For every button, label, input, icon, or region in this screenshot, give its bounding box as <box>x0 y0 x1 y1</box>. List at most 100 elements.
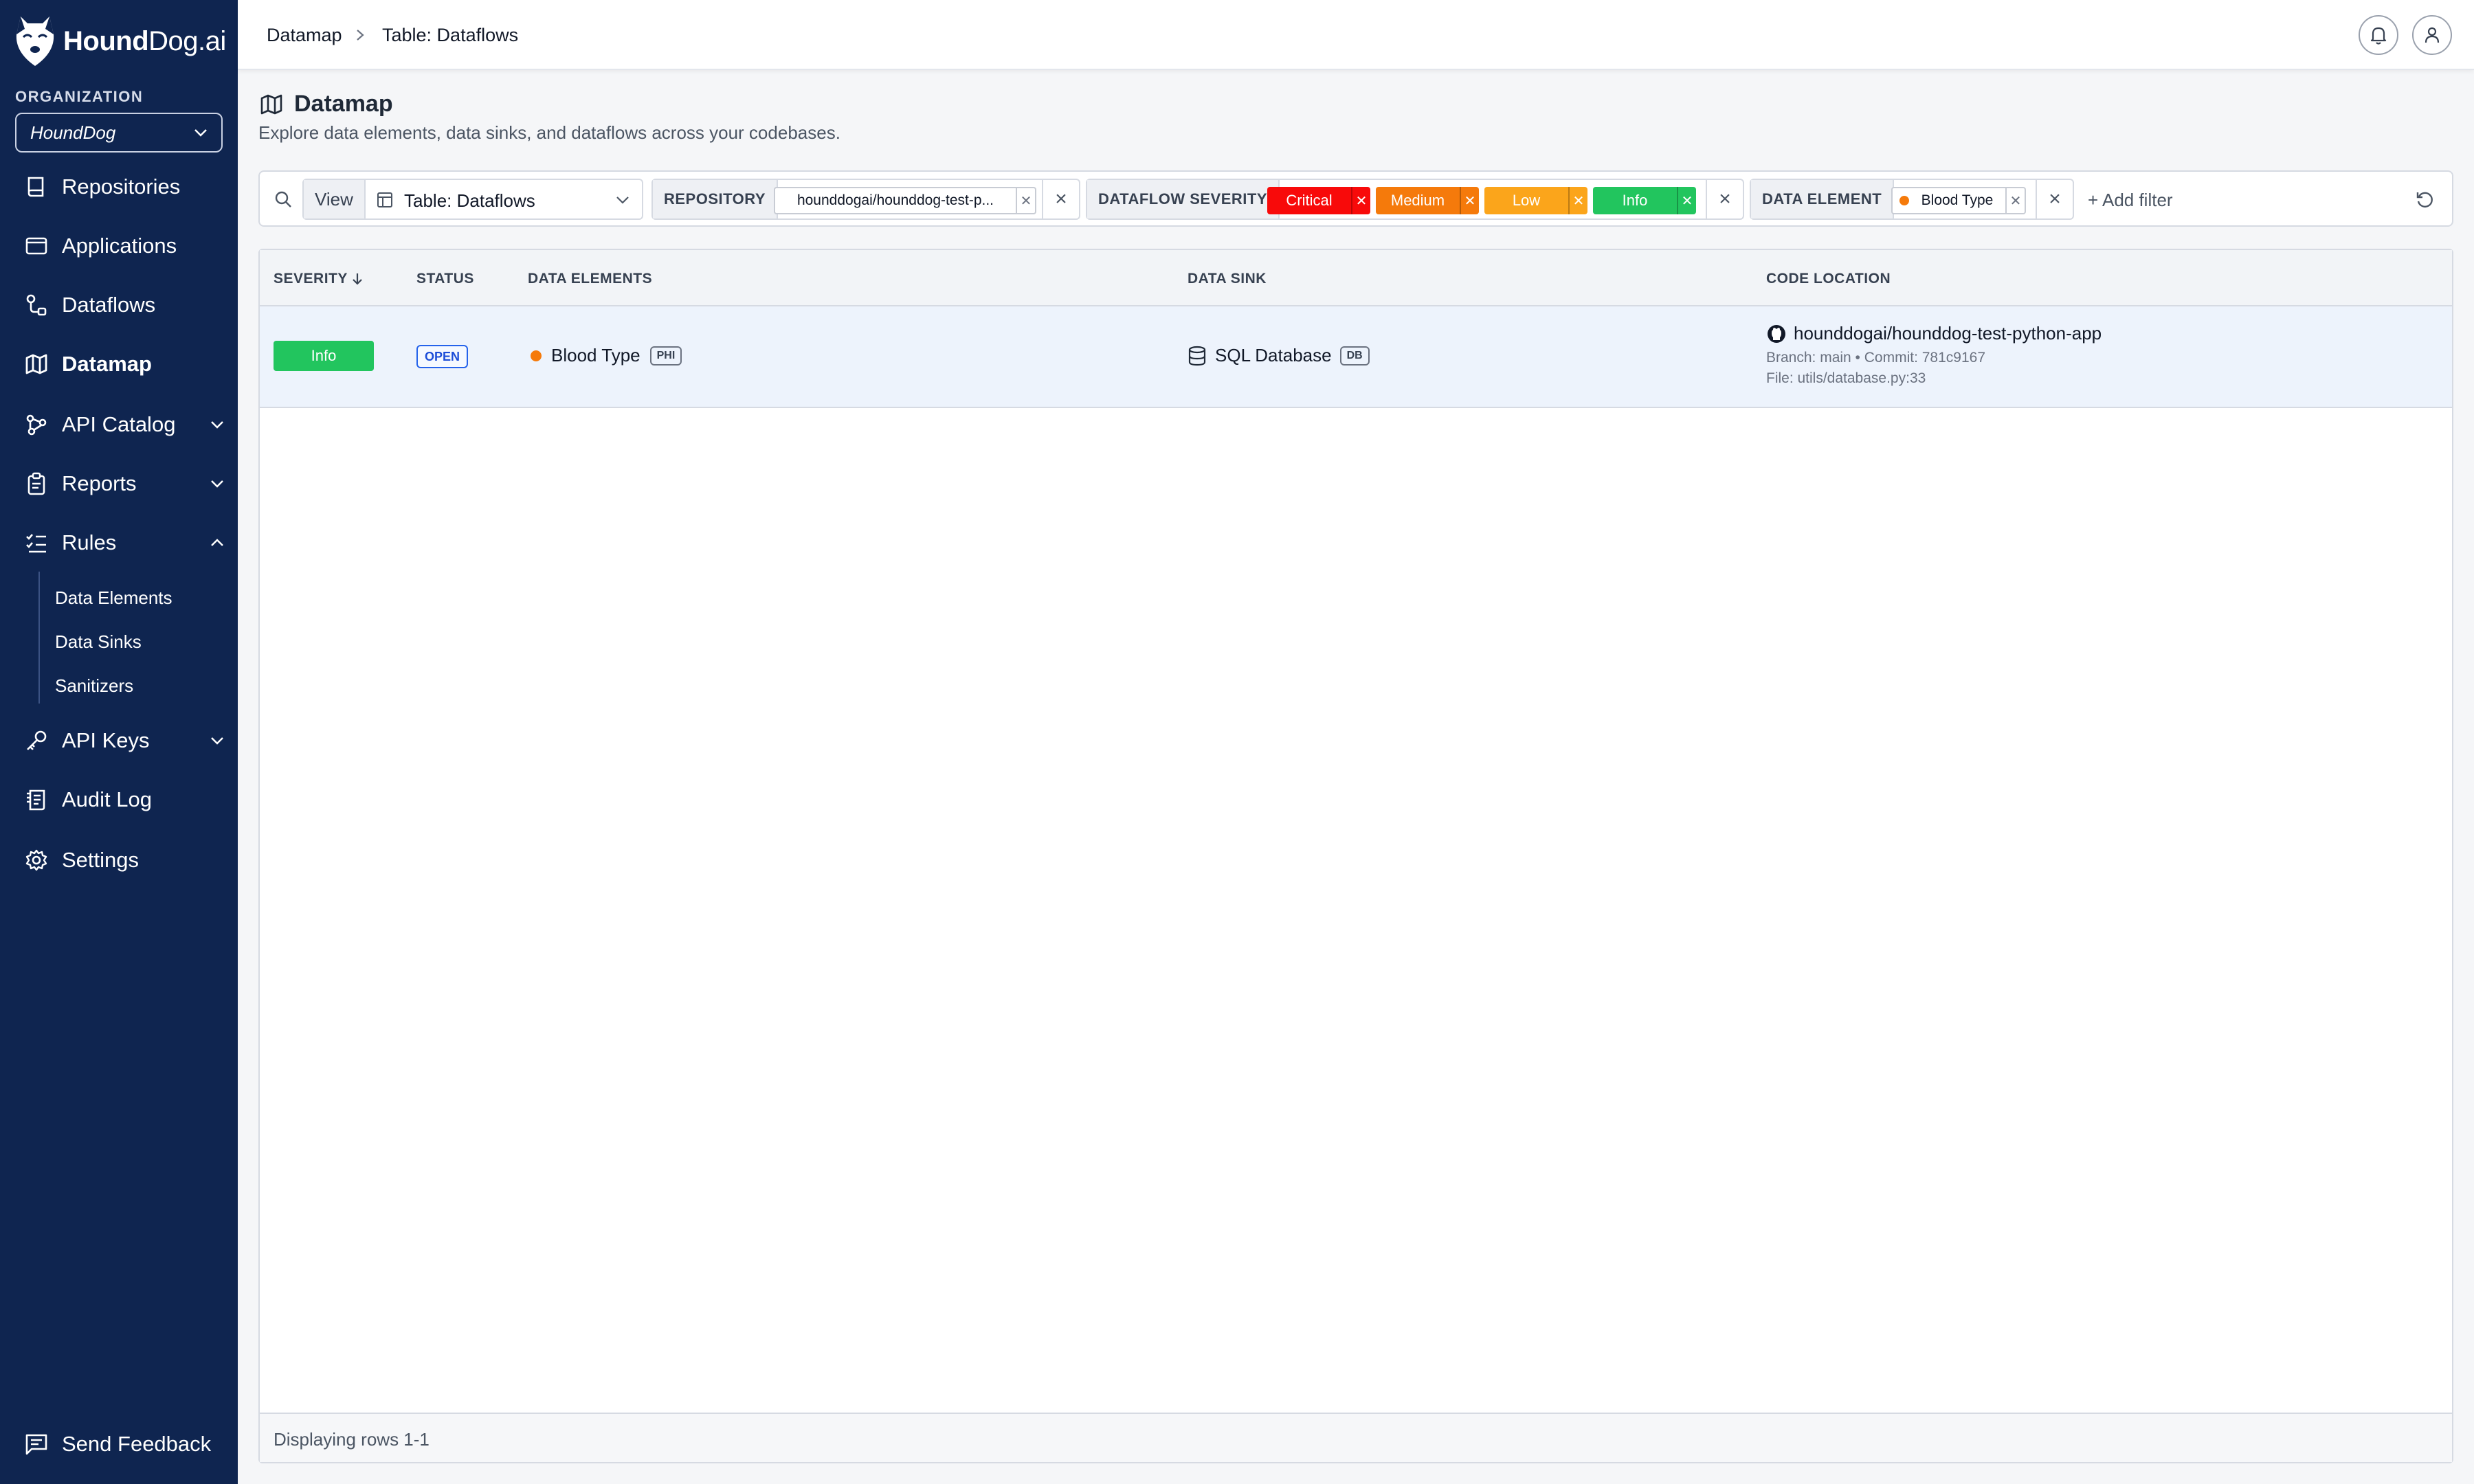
application-window-icon <box>25 234 48 258</box>
user-icon <box>2424 26 2440 44</box>
audit-log-icon <box>25 788 48 811</box>
sidebar-item-label: Send Feedback <box>62 1432 212 1456</box>
dataflow-severity-filter[interactable]: DATAFLOW SEVERITY Critical ✕ Medium ✕ Lo… <box>1086 179 1744 220</box>
sidebar-item-label: Repositories <box>62 175 181 199</box>
gear-icon <box>25 848 48 872</box>
branch-commit-info: Branch: main • Commit: 781c9167 <box>1766 350 1985 366</box>
clear-data-element-filter-button[interactable]: × <box>2036 180 2073 218</box>
sidebar-item-api-keys[interactable]: API Keys <box>25 720 224 761</box>
feedback-message-icon <box>25 1432 48 1456</box>
remove-chip-icon[interactable]: ✕ <box>1016 188 1035 213</box>
sidebar-subitem-data-elements[interactable]: Data Elements <box>55 587 172 609</box>
clear-severity-filter-button[interactable]: × <box>1706 180 1743 218</box>
page-subtitle: Explore data elements, data sinks, and d… <box>258 122 840 143</box>
close-icon: × <box>2049 188 2061 210</box>
hound-logo-icon <box>14 14 56 69</box>
table-row[interactable]: Info OPEN Blood Type PHI SQL Database DB… <box>260 306 2452 408</box>
sidebar-item-settings[interactable]: Settings <box>25 840 224 881</box>
sidebar-subitem-data-sinks[interactable]: Data Sinks <box>55 631 142 653</box>
file-location: File: utils/database.py:33 <box>1766 370 1926 386</box>
data-sink-name[interactable]: SQL Database <box>1215 345 1332 366</box>
github-icon <box>1766 324 1787 344</box>
column-header-status[interactable]: STATUS <box>416 271 474 287</box>
checklist-icon <box>25 531 48 554</box>
remove-chip-icon[interactable]: ✕ <box>1568 187 1587 214</box>
chevron-down-icon <box>616 196 629 204</box>
sidebar-item-repositories[interactable]: Repositories <box>25 166 224 207</box>
column-header-data-elements[interactable]: DATA ELEMENTS <box>528 271 652 287</box>
repository-filter[interactable]: REPOSITORY hounddogai/hounddog-test-p...… <box>651 179 1080 220</box>
submenu-divider <box>38 572 40 704</box>
organization-label: ORGANIZATION <box>15 88 144 105</box>
map-icon <box>25 352 48 376</box>
sidebar-item-dataflows[interactable]: Dataflows <box>25 284 224 326</box>
code-location-cell: hounddogai/hounddog-test-python-app Bran… <box>1766 323 2102 387</box>
send-feedback-button[interactable]: Send Feedback <box>25 1424 224 1465</box>
api-network-icon <box>25 413 48 436</box>
severity-badge: Info <box>274 341 374 371</box>
reset-filters-icon[interactable] <box>2415 190 2434 209</box>
organization-select[interactable]: HoundDog <box>15 113 223 153</box>
table-header: SEVERITY STATUS DATA ELEMENTS DATA SINK … <box>260 250 2452 306</box>
table-footer: Displaying rows 1-1 <box>260 1413 2452 1462</box>
close-icon: × <box>1055 188 1067 210</box>
sidebar-item-applications[interactable]: Applications <box>25 225 224 267</box>
db-tag: DB <box>1339 346 1370 366</box>
column-header-severity[interactable]: SEVERITY <box>274 271 363 287</box>
remove-chip-icon[interactable]: ✕ <box>1677 187 1696 214</box>
view-select[interactable]: View Table: Dataflows <box>302 179 643 220</box>
sidebar-item-datamap[interactable]: Datamap <box>25 344 224 385</box>
sidebar: HoundDog.ai ORGANIZATION HoundDog Reposi… <box>0 0 238 1484</box>
top-bar: Datamap Table: Dataflows <box>238 0 2474 70</box>
sidebar-item-label: Datamap <box>62 352 152 376</box>
data-element-filter-label: DATA ELEMENT <box>1751 180 1895 218</box>
page-header: Datamap <box>260 91 393 117</box>
data-element-filter[interactable]: DATA ELEMENT Blood Type ✕ × <box>1750 179 2074 220</box>
sidebar-item-api-catalog[interactable]: API Catalog <box>25 404 224 445</box>
repository-link[interactable]: hounddogai/hounddog-test-python-app <box>1794 323 2102 344</box>
chevron-up-icon <box>210 539 224 547</box>
repository-chip[interactable]: hounddogai/hounddog-test-p... ✕ <box>774 187 1036 214</box>
database-icon <box>1188 346 1207 366</box>
severity-chip-label: Low <box>1512 192 1541 209</box>
brand-name: HoundDog.ai <box>63 25 226 56</box>
breadcrumb-datamap[interactable]: Datamap <box>267 25 342 46</box>
data-element-chip[interactable]: Blood Type ✕ <box>1891 187 2026 214</box>
user-profile-button[interactable] <box>2412 15 2452 55</box>
sidebar-item-rules[interactable]: Rules <box>25 522 224 563</box>
chevron-down-icon <box>210 480 224 488</box>
column-header-code-location[interactable]: CODE LOCATION <box>1766 271 1891 287</box>
clear-repository-filter-button[interactable]: × <box>1042 180 1079 218</box>
severity-chip-label: Medium <box>1390 192 1445 209</box>
sidebar-item-label: Applications <box>62 234 177 258</box>
data-element-dot-icon <box>531 350 542 361</box>
column-header-data-sink[interactable]: DATA SINK <box>1188 271 1267 287</box>
search-icon <box>274 190 293 209</box>
severity-chip-medium[interactable]: Medium ✕ <box>1376 187 1479 214</box>
sidebar-item-audit-log[interactable]: Audit Log <box>25 779 224 820</box>
chevron-down-icon <box>210 420 224 429</box>
severity-chip-label: Critical <box>1286 192 1333 209</box>
view-value: Table: Dataflows <box>404 190 535 211</box>
sidebar-item-reports[interactable]: Reports <box>25 463 224 504</box>
repository-filter-label: REPOSITORY <box>653 180 779 218</box>
table-icon <box>377 192 393 208</box>
data-element-name[interactable]: Blood Type <box>551 345 640 366</box>
sidebar-subitem-sanitizers[interactable]: Sanitizers <box>55 675 133 697</box>
data-element-dot-icon <box>1899 196 1909 205</box>
page-title: Datamap <box>294 91 393 117</box>
remove-chip-icon[interactable]: ✕ <box>2005 188 2025 213</box>
severity-chip-critical[interactable]: Critical ✕ <box>1267 187 1370 214</box>
severity-chip-info[interactable]: Info ✕ <box>1593 187 1696 214</box>
severity-chip-low[interactable]: Low ✕ <box>1484 187 1587 214</box>
hounddog-logo[interactable]: HoundDog.ai <box>14 14 226 69</box>
remove-chip-icon[interactable]: ✕ <box>1351 187 1370 214</box>
add-filter-button[interactable]: + Add filter <box>2088 190 2173 211</box>
row-count-text: Displaying rows 1-1 <box>274 1429 430 1450</box>
remove-chip-icon[interactable]: ✕ <box>1460 187 1479 214</box>
bell-icon <box>2370 25 2387 45</box>
repository-chip-label: hounddogai/hounddog-test-p... <box>796 192 994 208</box>
sidebar-item-label: Audit Log <box>62 787 152 811</box>
dataflow-icon <box>25 293 48 317</box>
notifications-button[interactable] <box>2359 15 2398 55</box>
